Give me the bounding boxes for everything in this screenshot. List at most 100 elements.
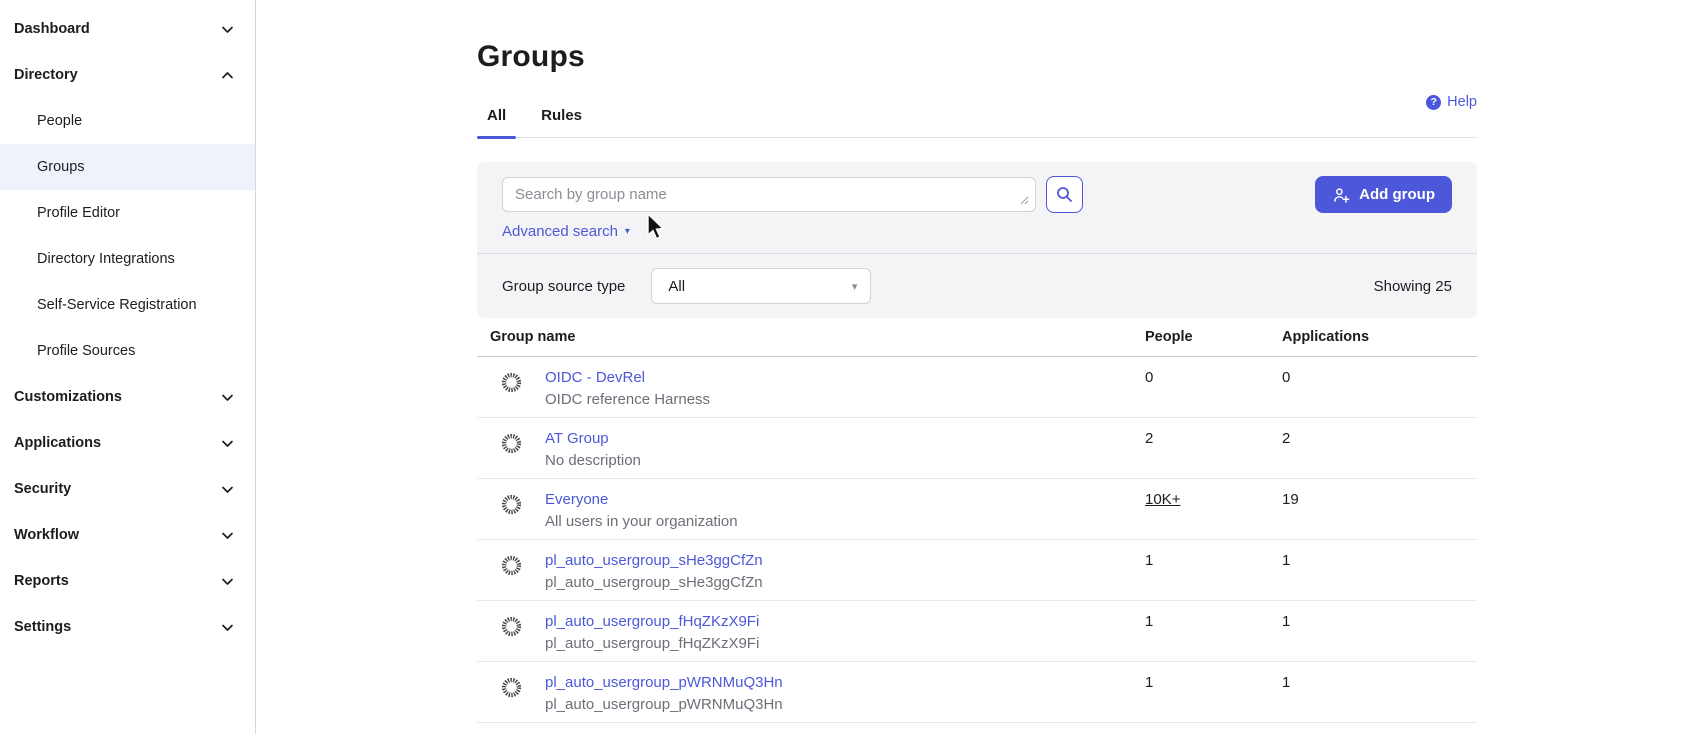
page-title: Groups [477,40,1477,74]
sidebar-item-security[interactable]: Security [0,466,255,512]
column-header-applications: Applications [1282,329,1477,345]
table-row: pl_auto_usergroup_pWRNMuQ3Hn pl_auto_use… [477,662,1477,723]
sidebar-item-label: Directory [14,67,78,83]
group-name-link[interactable]: pl_auto_usergroup_pWRNMuQ3Hn [545,672,783,694]
chevron-up-icon [221,69,234,82]
group-icon [501,555,522,576]
group-icon [501,677,522,698]
column-header-people: People [1145,329,1282,345]
applications-count: 2 [1282,418,1477,478]
search-button[interactable] [1046,176,1083,213]
help-link[interactable]: ? Help [1426,94,1477,110]
search-input[interactable] [502,177,1036,212]
advanced-search-link[interactable]: Advanced search ▾ [502,223,630,240]
group-description: No description [545,450,641,472]
group-name-link[interactable]: Everyone [545,489,738,511]
group-name-link[interactable]: pl_auto_usergroup_fHqZKzX9Fi [545,611,759,633]
chevron-down-icon [221,391,234,404]
tab-bar: All Rules [477,107,1477,138]
sidebar-item-label: Settings [14,619,71,635]
table-row: OIDC - DevRel OIDC reference Harness 0 0 [477,357,1477,418]
sidebar-item-label: People [37,113,82,129]
chevron-down-icon [221,483,234,496]
sidebar-item-workflow[interactable]: Workflow [0,512,255,558]
caret-down-icon: ▾ [625,227,630,237]
sidebar-item-label: Workflow [14,527,79,543]
table-header: Group name People Applications [477,318,1477,357]
sidebar-item-label: Self-Service Registration [37,297,197,313]
sidebar-item-profile-sources[interactable]: Profile Sources [0,328,255,374]
applications-count: 19 [1282,479,1477,539]
caret-down-icon: ▾ [852,280,858,293]
sidebar-item-customizations[interactable]: Customizations [0,374,255,420]
group-name-link[interactable]: AT Group [545,428,641,450]
sidebar-item-label: Directory Integrations [37,251,175,267]
main-area: Groups ? Help All Rules [256,0,1687,734]
sidebar-item-label: Reports [14,573,69,589]
table-row: AT Group No description 2 2 [477,418,1477,479]
sidebar-item-dashboard[interactable]: Dashboard [0,6,255,52]
sidebar: Dashboard Directory People Groups Profil… [0,0,256,734]
add-group-icon [1332,186,1350,204]
sidebar-item-label: Applications [14,435,101,451]
sidebar-item-label: Groups [37,159,85,175]
people-count: 1 [1145,540,1282,600]
group-description: pl_auto_usergroup_fHqZKzX9Fi [545,633,759,655]
group-icon [501,616,522,637]
help-label: Help [1447,94,1477,110]
sidebar-item-label: Profile Editor [37,205,120,221]
people-count: 2 [1145,418,1282,478]
advanced-search-label: Advanced search [502,223,618,240]
sidebar-item-applications[interactable]: Applications [0,420,255,466]
group-icon [501,433,522,454]
select-value: All [668,278,685,295]
tab-all[interactable]: All [477,107,516,137]
sidebar-item-groups[interactable]: Groups [0,144,255,190]
table-row: pl_auto_usergroup_fHqZKzX9Fi pl_auto_use… [477,601,1477,662]
people-count-link[interactable]: 10K+ [1145,491,1180,508]
sidebar-item-label: Security [14,481,71,497]
sidebar-item-profile-editor[interactable]: Profile Editor [0,190,255,236]
people-count: 1 [1145,662,1282,722]
table-row: Everyone All users in your organization … [477,479,1477,540]
sidebar-item-label: Profile Sources [37,343,135,359]
search-icon [1056,186,1073,203]
sidebar-item-self-service-registration[interactable]: Self-Service Registration [0,282,255,328]
sidebar-item-people[interactable]: People [0,98,255,144]
table-row: pl_auto_usergroup_sHe3ggCfZn pl_auto_use… [477,540,1477,601]
applications-count: 1 [1282,601,1477,661]
group-source-type-label: Group source type [502,278,625,295]
group-icon [501,372,522,393]
group-description: All users in your organization [545,511,738,533]
chevron-down-icon [221,23,234,36]
people-count: 0 [1145,357,1282,417]
resize-handle-icon[interactable] [1020,196,1029,205]
chevron-down-icon [221,621,234,634]
column-header-group-name: Group name [477,329,1145,345]
group-icon [501,494,522,515]
tab-rules[interactable]: Rules [531,107,592,137]
sidebar-item-directory-integrations[interactable]: Directory Integrations [0,236,255,282]
group-description: pl_auto_usergroup_sHe3ggCfZn [545,572,763,594]
search-filter-card: Advanced search ▾ Add group Group source… [477,162,1477,318]
applications-count: 1 [1282,662,1477,722]
sidebar-item-directory[interactable]: Directory [0,52,255,98]
group-name-link[interactable]: pl_auto_usergroup_sHe3ggCfZn [545,550,763,572]
showing-count: Showing 25 [1374,278,1452,295]
group-name-link[interactable]: OIDC - DevRel [545,367,710,389]
chevron-down-icon [221,575,234,588]
add-group-label: Add group [1359,186,1435,203]
group-description: OIDC reference Harness [545,389,710,411]
group-source-type-select[interactable]: All ▾ [651,268,871,304]
chevron-down-icon [221,529,234,542]
sidebar-item-reports[interactable]: Reports [0,558,255,604]
sidebar-item-label: Dashboard [14,21,90,37]
group-description: pl_auto_usergroup_pWRNMuQ3Hn [545,694,783,716]
chevron-down-icon [221,437,234,450]
applications-count: 1 [1282,540,1477,600]
applications-count: 0 [1282,357,1477,417]
sidebar-item-settings[interactable]: Settings [0,604,255,650]
help-icon: ? [1426,95,1441,110]
sidebar-item-label: Customizations [14,389,122,405]
add-group-button[interactable]: Add group [1315,176,1452,213]
